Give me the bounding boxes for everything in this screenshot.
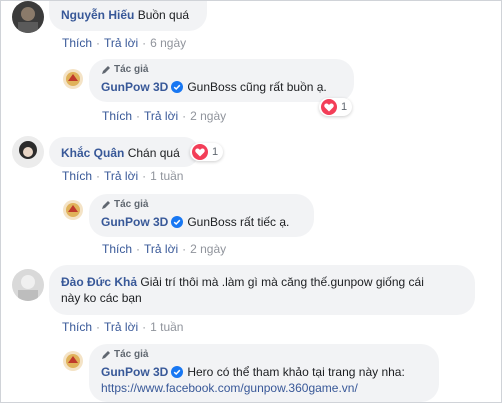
comment-text: GunBoss rất tiếc ạ. [187,215,290,229]
commenter-name[interactable]: GunPow 3D [101,80,168,94]
separator: · [142,36,147,50]
author-badge: Tác giả [101,349,427,361]
separator: · [96,320,101,334]
like-button[interactable]: Thích [62,320,92,334]
gunpow-logo-icon [63,69,83,89]
comment-bubble: Khắc Quân Chán quá [49,137,199,167]
separator: · [142,169,147,183]
comment-thread: Nguyễn Hiếu Buồn quá Thích · Trả lời · 6 ngà… [0,0,502,403]
reaction-count[interactable]: 1 [319,98,353,116]
separator: · [142,320,147,334]
page-avatar[interactable] [63,351,83,371]
comment-text-line-2: này ko các bạn [61,291,142,305]
comment-bubble: Đào Đức Khả Giải trí thôi mà .làm gì mà … [49,265,475,315]
reply-bubble: Tác giả GunPow 3D GunBoss rất tiếc ạ. [89,194,314,237]
reply-button[interactable]: Trả lời [104,169,138,183]
verified-badge-icon [171,216,184,228]
reply-button[interactable]: Trả lời [104,320,138,334]
like-button[interactable]: Thích [102,242,132,256]
verified-badge-icon [171,366,184,378]
comment-text-line-1: Giải trí thôi mà .làm gì mà căng thế.gun… [140,275,424,289]
avatar[interactable] [12,269,44,301]
separator: · [182,242,187,256]
pencil-icon [102,351,110,359]
reply-bubble: Tác giả GunPow 3D GunBoss cũng rất buồn ạ… [89,59,354,102]
comment-text: Buồn quá [137,8,190,22]
comment-text: Hero có thể tham khảo tại trang này nha: [187,365,405,379]
reply-actions: Thích · Trả lời · 2 ngày [102,242,226,256]
page-link[interactable]: https://www.facebook.com/gunpow.360game.… [101,380,427,396]
heart-icon [192,144,208,160]
avatar[interactable] [12,1,44,33]
comment-text: GunBoss cũng rất buồn ạ. [187,80,327,94]
user-photo-icon [12,269,44,301]
separator: · [136,242,141,256]
comment-time[interactable]: 1 tuần [150,169,183,183]
commenter-name[interactable]: GunPow 3D [101,365,168,379]
pencil-icon [102,66,110,74]
author-badge: Tác giả [101,64,342,76]
commenter-name[interactable]: Đào Đức Khả [61,275,137,289]
user-photo-icon [12,136,44,168]
reply-button[interactable]: Trả lời [144,109,178,123]
page-avatar[interactable] [63,200,83,220]
comment-bubble: Nguyễn Hiếu Buồn quá [49,1,207,31]
separator: · [136,109,141,123]
reply-button[interactable]: Trả lời [104,36,138,50]
like-button[interactable]: Thích [102,109,132,123]
heart-icon [321,99,337,115]
avatar[interactable] [12,136,44,168]
like-button[interactable]: Thích [62,36,92,50]
commenter-name[interactable]: GunPow 3D [101,215,168,229]
like-button[interactable]: Thích [62,169,92,183]
reaction-count[interactable]: 1 [190,143,224,161]
page-avatar[interactable] [63,69,83,89]
author-badge: Tác giả [101,199,302,211]
reply-button[interactable]: Trả lời [144,242,178,256]
comment-actions: Thích · Trả lời · 6 ngày [62,36,186,50]
comment-time[interactable]: 1 tuần [150,320,183,334]
separator: · [96,36,101,50]
reply-bubble: Tác giả GunPow 3D Hero có thể tham khảo t… [89,344,439,402]
commenter-name[interactable]: Nguyễn Hiếu [61,8,134,22]
user-photo-icon [12,1,44,33]
separator: · [182,109,187,123]
reply-actions: Thích · Trả lời · 2 ngày [102,109,226,123]
comment-time[interactable]: 2 ngày [190,242,226,256]
verified-badge-icon [171,81,184,93]
gunpow-logo-icon [63,200,83,220]
comment-actions: Thích · Trả lời · 1 tuần [62,169,183,183]
comment-time[interactable]: 6 ngày [150,36,186,50]
commenter-name[interactable]: Khắc Quân [61,146,124,160]
pencil-icon [102,201,110,209]
comment-text: Chán quá [127,146,180,160]
comment-time[interactable]: 2 ngày [190,109,226,123]
comment-actions: Thích · Trả lời · 1 tuần [62,320,183,334]
separator: · [96,169,101,183]
gunpow-logo-icon [63,351,83,371]
